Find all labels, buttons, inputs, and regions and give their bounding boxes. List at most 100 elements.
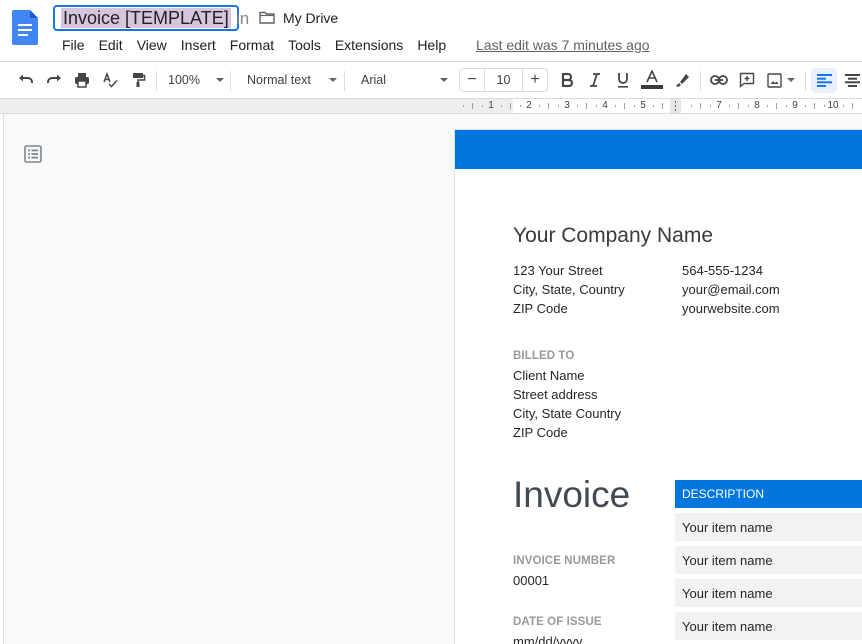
title-in-label: in (236, 9, 250, 28)
zoom-value: 100% (168, 73, 200, 87)
menu-insert[interactable]: Insert (174, 36, 223, 54)
zoom-select[interactable]: 100% (166, 62, 226, 98)
font-family-value: Arial (361, 73, 387, 87)
google-docs-logo-icon[interactable] (12, 10, 38, 45)
billed-to-section: BILLED TO Client Name Street address Cit… (513, 347, 621, 442)
horizontal-ruler[interactable]: 1 2 3 4 5 7 8 9 10 (0, 99, 862, 114)
menu-format[interactable]: Format (223, 36, 281, 54)
spellcheck-button[interactable] (98, 62, 122, 98)
invoice-heading: Invoice (513, 474, 631, 515)
ruler-number: 2 (526, 100, 532, 111)
address-line: ZIP Code (513, 301, 568, 316)
align-center-button[interactable] (840, 62, 862, 98)
ruler-indent-marker[interactable] (670, 99, 681, 113)
ruler-half-tick (662, 103, 663, 109)
menu-file[interactable]: File (55, 36, 92, 54)
menu-view[interactable]: View (130, 36, 174, 54)
document-title-input[interactable]: Invoice [TEMPLATE] (53, 5, 239, 31)
date-of-issue-value: mm/dd/yyyy (513, 634, 583, 644)
chevron-down-icon (328, 78, 337, 82)
ruler-number: 9 (792, 100, 798, 111)
website: yourwebsite.com (682, 301, 780, 316)
italic-button[interactable] (583, 62, 607, 98)
ruler-half-tick (738, 103, 739, 109)
ruler-left-margin (0, 99, 513, 113)
ruler-number: 10 (827, 100, 839, 111)
ruler-quarter-tick (481, 105, 483, 107)
ruler-number: 8 (754, 100, 760, 111)
last-edit-link[interactable]: Last edit was 7 minutes ago (476, 36, 650, 54)
menu-tools[interactable]: Tools (281, 36, 328, 54)
ruler-number: 3 (564, 100, 570, 111)
ruler-number: 7 (716, 100, 722, 111)
align-left-button[interactable] (811, 68, 837, 93)
print-icon (75, 73, 89, 88)
chevron-down-icon (787, 78, 795, 82)
toolbar: 100% Normal text Arial − 10 + (0, 61, 862, 99)
bold-button[interactable] (555, 62, 579, 98)
toolbar-divider (700, 71, 701, 91)
underline-button[interactable] (611, 62, 635, 98)
email-address: your@email.com (682, 282, 780, 297)
increase-font-size-button[interactable]: + (523, 69, 547, 91)
address-line: City, State, Country (513, 282, 625, 297)
insert-link-button[interactable] (707, 62, 731, 98)
address-line: 123 Your Street (513, 263, 603, 278)
ruler-quarter-tick (557, 105, 559, 107)
redo-button[interactable] (42, 62, 66, 98)
paragraph-style-select[interactable]: Normal text (240, 62, 338, 98)
decrease-font-size-button[interactable]: − (460, 69, 484, 91)
invoice-number-section: INVOICE NUMBER 00001 (513, 551, 615, 591)
ruler-quarter-tick (538, 105, 540, 107)
spellcheck-icon (103, 72, 118, 88)
print-button[interactable] (70, 62, 94, 98)
company-contact: 564-555-1234 your@email.com yourwebsite.… (682, 261, 780, 318)
ruler-quarter-tick (690, 105, 692, 107)
document-page[interactable]: Your Company Name 123 Your Street City, … (455, 130, 862, 644)
client-name: Client Name (513, 368, 585, 383)
link-icon (710, 75, 728, 85)
ruler-half-tick (510, 103, 511, 109)
date-of-issue-label: DATE OF ISSUE (513, 616, 602, 628)
invoice-number-label: INVOICE NUMBER (513, 555, 616, 567)
ruler-quarter-tick (576, 105, 578, 107)
highlighter-icon (676, 74, 689, 87)
font-size-input[interactable]: 10 (484, 69, 523, 91)
ruler-half-tick (814, 103, 815, 109)
ruler-half-tick (586, 103, 587, 109)
menu-edit[interactable]: Edit (92, 36, 130, 54)
font-family-select[interactable]: Arial (354, 62, 452, 98)
table-row: Your item name (675, 513, 862, 541)
highlight-color-button[interactable] (670, 62, 694, 98)
document-outline-icon[interactable] (24, 145, 42, 163)
folder-icon[interactable] (259, 11, 275, 24)
toolbar-divider (344, 71, 345, 91)
undo-button[interactable] (14, 62, 38, 98)
italic-icon (590, 73, 600, 87)
ruler-half-tick (700, 103, 701, 109)
date-of-issue-section: DATE OF ISSUE mm/dd/yyyy (513, 612, 602, 644)
drive-location-link[interactable]: My Drive (283, 10, 338, 26)
menu-extensions[interactable]: Extensions (328, 36, 410, 54)
toolbar-divider (805, 71, 806, 91)
menu-help[interactable]: Help (410, 36, 453, 54)
bold-icon (561, 73, 574, 87)
ruler-quarter-tick (709, 105, 711, 107)
items-table: DESCRIPTION Your item name Your item nam… (675, 480, 862, 640)
insert-image-button[interactable] (763, 62, 799, 98)
ruler-quarter-tick (823, 105, 825, 107)
comment-icon (739, 72, 755, 88)
ruler-number: 4 (602, 100, 608, 111)
client-street: Street address (513, 387, 598, 402)
ruler-quarter-tick (519, 105, 521, 107)
add-comment-button[interactable] (735, 62, 759, 98)
image-icon (767, 72, 782, 88)
toolbar-divider (156, 71, 157, 91)
paint-format-icon (133, 73, 146, 87)
text-color-button[interactable] (639, 62, 665, 98)
paint-format-button[interactable] (126, 62, 150, 98)
text-color-icon (641, 70, 663, 89)
chevron-down-icon (215, 78, 224, 82)
table-row: Your item name (675, 579, 862, 607)
ruler-quarter-tick (785, 105, 787, 107)
